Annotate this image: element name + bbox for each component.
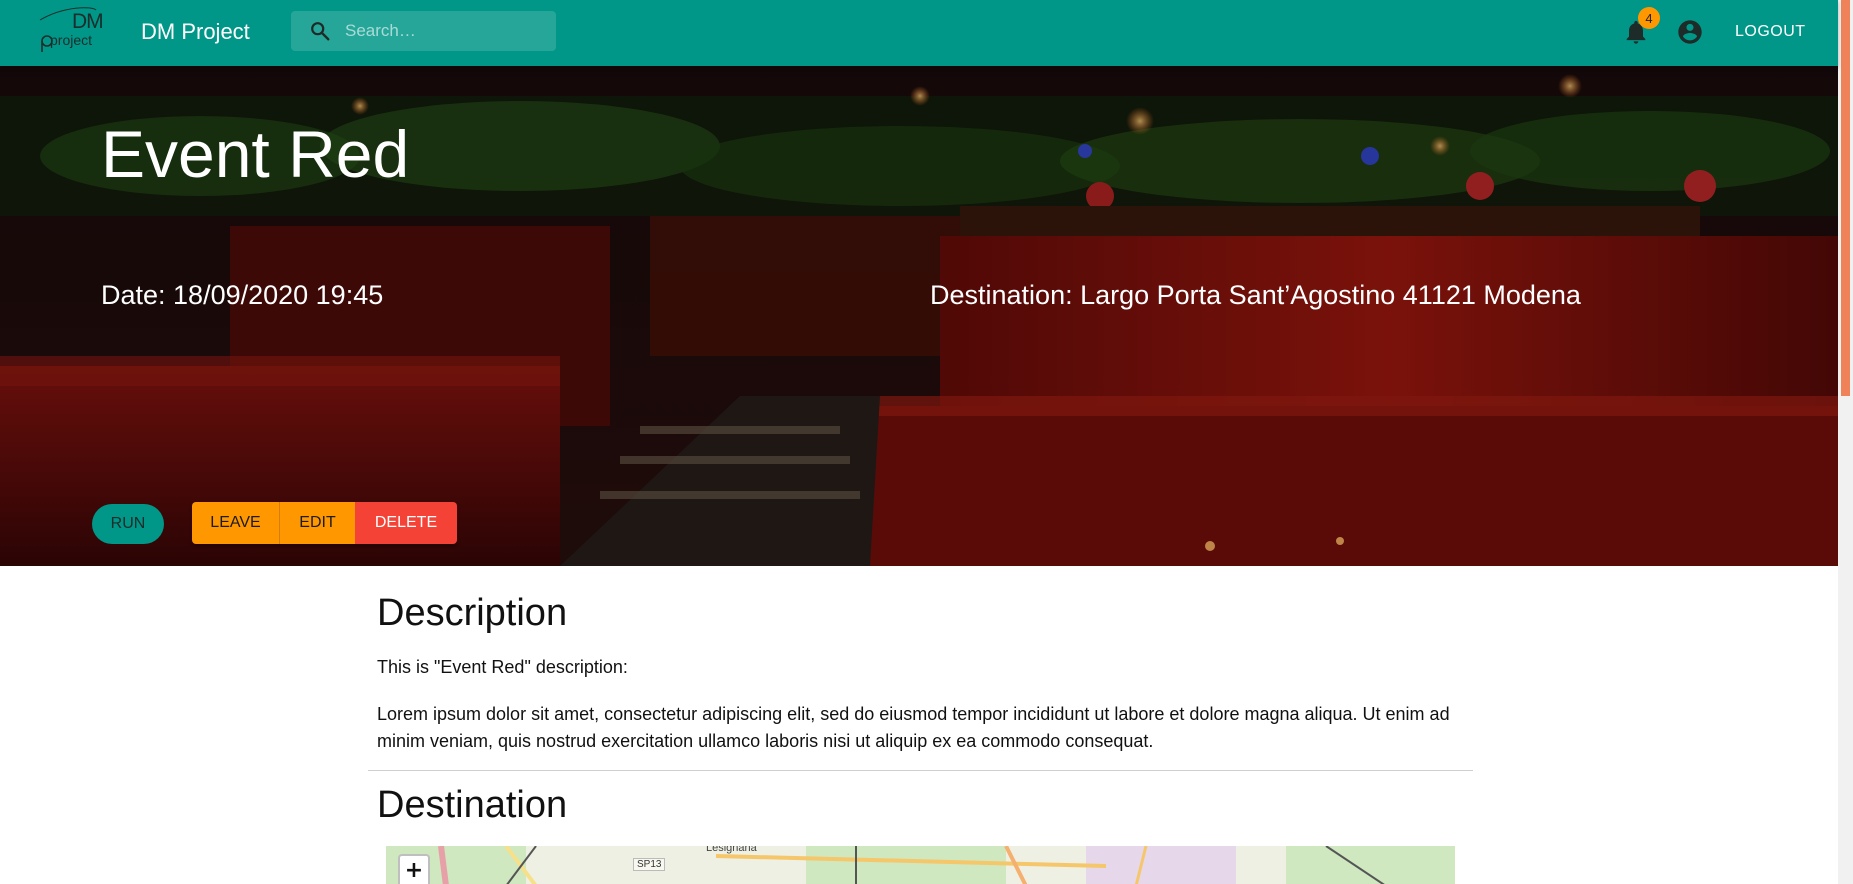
logo-text-dm: DM [72, 10, 104, 33]
search-box[interactable] [291, 11, 556, 51]
account-circle-icon[interactable] [1676, 18, 1704, 46]
event-destination: Destination: Largo Porta Sant’Agostino 4… [930, 280, 1581, 310]
description-body: Lorem ipsum dolor sit amet, consectetur … [377, 704, 1450, 751]
map-town-label: Lesignana [706, 846, 757, 854]
event-hero: Event Red Date: 18/09/2020 19:45 Destina… [0, 66, 1838, 566]
edit-button[interactable]: EDIT [280, 502, 355, 544]
map-road-label: SP13 [633, 858, 666, 871]
app-logo[interactable]: DM project [34, 6, 114, 54]
destination-map[interactable]: Lesignana SP13 + [386, 846, 1455, 884]
event-page: DM project DM Project 4 LOGOUT [0, 0, 1853, 884]
event-actions-group: LEAVE EDIT DELETE [192, 502, 457, 544]
leave-button[interactable]: LEAVE [192, 502, 280, 544]
event-title: Event Red [101, 117, 410, 191]
app-bar: DM project DM Project 4 LOGOUT [0, 0, 1838, 66]
destination-heading: Destination [377, 784, 568, 826]
map-tiles [386, 846, 1455, 884]
logo-text-project: project [50, 32, 93, 48]
notification-badge: 4 [1638, 7, 1660, 29]
map-zoom-in-button[interactable]: + [398, 854, 430, 884]
search-input[interactable] [345, 19, 545, 43]
section-divider [368, 770, 1473, 771]
event-date: Date: 18/09/2020 19:45 [101, 280, 384, 310]
plus-icon: + [404, 858, 424, 883]
page-scrollbar-thumb[interactable] [1841, 0, 1850, 396]
search-icon [311, 22, 330, 41]
description-heading: Description [377, 592, 568, 634]
delete-button[interactable]: DELETE [355, 502, 457, 544]
app-title[interactable]: DM Project [141, 19, 250, 45]
run-button[interactable]: RUN [92, 504, 164, 544]
description-intro: This is "Event Red" description: [377, 657, 628, 677]
logout-button[interactable]: LOGOUT [1727, 12, 1814, 52]
